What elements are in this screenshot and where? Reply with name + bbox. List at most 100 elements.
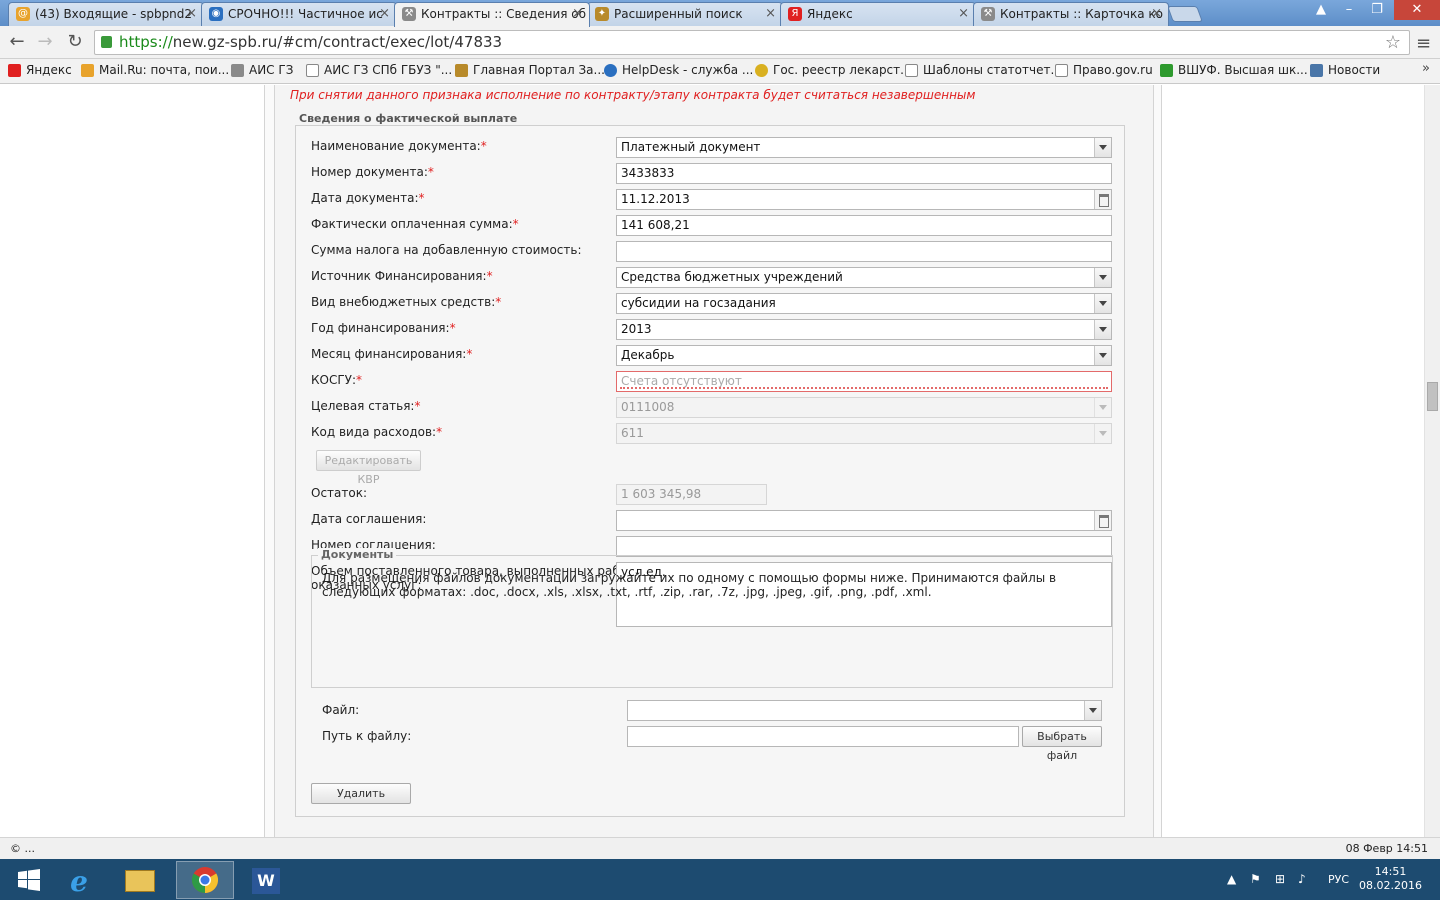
close-tab-icon[interactable]: ×	[186, 3, 197, 25]
paid-sum-input[interactable]: 141 608,21	[616, 215, 1112, 236]
file-select[interactable]	[627, 700, 1102, 721]
close-tab-icon[interactable]: ×	[958, 3, 969, 25]
fin-month-label: Месяц финансирования:*	[311, 347, 473, 361]
action-center-icon[interactable]: ⚑	[1250, 872, 1261, 886]
bookmark-label: Mail.Ru: почта, пои...	[99, 63, 230, 77]
chevron-down-icon[interactable]	[1084, 701, 1101, 720]
volume-icon[interactable]: ♪	[1298, 872, 1306, 886]
agreement-date-label: Дата соглашения:	[311, 512, 427, 526]
word-icon[interactable]: W	[237, 861, 295, 899]
helpdesk-icon: ◉	[209, 7, 223, 21]
tab-advanced-search[interactable]: ✦ Расширенный поиск ×	[587, 2, 783, 26]
extra-budget-select[interactable]: субсидии на госзадания	[616, 293, 1112, 314]
bookmark-label: Право.gov.ru	[1073, 63, 1153, 77]
vat-sum-input[interactable]	[616, 241, 1112, 262]
bookmark-label: Шаблоны статотчет...	[923, 63, 1062, 77]
tab-urgent[interactable]: ◉ СРОЧНО!!! Частичное ис ×	[201, 2, 397, 26]
tools-icon: ⚒	[402, 7, 416, 21]
lock-icon	[101, 36, 112, 48]
address-bar[interactable]: https://new.gz-spb.ru/#cm/contract/exec/…	[94, 30, 1410, 55]
show-hidden-icons-icon[interactable]: ▲	[1227, 872, 1236, 886]
agreement-number-input[interactable]	[616, 536, 1112, 557]
delete-button[interactable]: Удалить	[311, 783, 411, 804]
bookmark-ais-gz-spb[interactable]: АИС ГЗ СПб ГБУЗ "...	[306, 63, 452, 77]
ie-icon[interactable]: e	[50, 861, 108, 899]
forward-icon[interactable]: →	[34, 32, 56, 52]
close-tab-icon[interactable]: ×	[1151, 3, 1162, 25]
bookmark-news[interactable]: Новости	[1310, 63, 1380, 77]
explorer-icon[interactable]	[111, 861, 169, 899]
kosgu-input[interactable]: Счета отсутствуют	[616, 371, 1112, 392]
language-indicator[interactable]: РУС	[1328, 873, 1349, 886]
close-tab-icon[interactable]: ×	[572, 3, 583, 25]
file-path-input[interactable]	[627, 726, 1019, 747]
doc-name-label: Наименование документа:*	[311, 139, 487, 153]
tab-contracts-info[interactable]: ⚒ Контракты :: Сведения об ×	[394, 2, 590, 27]
user-icon[interactable]: ▲	[1306, 0, 1336, 20]
bookmark-helpdesk[interactable]: HelpDesk - служба ...	[604, 63, 753, 77]
remainder-input: 1 603 345,98	[616, 484, 767, 505]
choose-file-button[interactable]: Выбрать файл	[1022, 726, 1102, 762]
tab-yandex[interactable]: Я Яндекс ×	[780, 2, 976, 26]
clock-time: 14:51	[1374, 865, 1407, 878]
network-icon[interactable]: ⊞	[1275, 872, 1285, 886]
bookmark-label: HelpDesk - служба ...	[622, 63, 754, 77]
close-tab-icon[interactable]: ×	[765, 3, 776, 25]
doc-number-label: Номер документа:*	[311, 165, 434, 179]
more-bookmarks-icon[interactable]: »	[1422, 61, 1430, 76]
clock[interactable]: 14:51 08.02.2016	[1359, 865, 1422, 893]
doc-name-select[interactable]: Платежный документ	[616, 137, 1112, 158]
bookmark-yandex[interactable]: Яндекс	[8, 63, 72, 77]
calendar-icon[interactable]	[1094, 190, 1111, 209]
close-window-icon[interactable]: ✕	[1394, 0, 1440, 20]
chevron-down-icon[interactable]	[1094, 346, 1111, 365]
chevron-down-icon[interactable]	[1094, 138, 1111, 157]
vat-sum-label: Сумма налога на добавленную стоимость:	[311, 243, 582, 257]
chevron-down-icon[interactable]	[1094, 294, 1111, 313]
reload-icon[interactable]: ↻	[64, 32, 86, 52]
fin-month-select[interactable]: Декабрь	[616, 345, 1112, 366]
bookmark-mailru[interactable]: Mail.Ru: почта, пои...	[81, 63, 229, 77]
vertical-scrollbar[interactable]	[1424, 85, 1440, 837]
doc-date-input[interactable]: 11.12.2013	[616, 189, 1112, 210]
browser-toolbar: ← → ↻ https://new.gz-spb.ru/#cm/contract…	[0, 26, 1440, 59]
bookmark-ais-gz[interactable]: АИС ГЗ	[231, 63, 293, 77]
bookmark-pravo[interactable]: Право.gov.ru	[1055, 63, 1153, 77]
doc-date-label: Дата документа:*	[311, 191, 425, 205]
page-icon	[905, 64, 918, 77]
edit-kvr-button[interactable]: Редактировать КВР	[316, 450, 421, 486]
expense-code-label: Код вида расходов:*	[311, 425, 443, 439]
fin-source-label: Источник Финансирования:*	[311, 269, 493, 283]
agreement-date-input[interactable]	[616, 510, 1112, 531]
chevron-down-icon[interactable]	[1094, 268, 1111, 287]
chevron-down-icon[interactable]	[1094, 398, 1111, 417]
bookmark-drug-registry[interactable]: Гос. реестр лекарст...	[755, 63, 912, 77]
url-scheme: https://	[119, 33, 173, 51]
back-icon[interactable]: ←	[6, 32, 28, 52]
paid-sum-label: Фактически оплаченная сумма:*	[311, 217, 519, 231]
calendar-icon[interactable]	[1094, 511, 1111, 530]
tab-contract-card[interactable]: ⚒ Контракты :: Карточка ко ×	[973, 2, 1169, 26]
target-article-select[interactable]: 0111008	[616, 397, 1112, 418]
tab-inbox[interactable]: @ (43) Входящие - spbpnd2 ×	[8, 2, 204, 26]
section-title: Сведения о фактической выплате	[299, 112, 518, 125]
new-tab-button[interactable]	[1167, 6, 1203, 22]
restore-icon[interactable]: ❐	[1362, 0, 1392, 20]
fin-source-select[interactable]: Средства бюджетных учреждений	[616, 267, 1112, 288]
minimize-icon[interactable]: –	[1334, 0, 1364, 20]
bookmark-label: Яндекс	[26, 63, 72, 77]
chevron-down-icon[interactable]	[1094, 424, 1111, 443]
kosgu-label: КОСГУ:*	[311, 373, 363, 387]
close-tab-icon[interactable]: ×	[379, 3, 390, 25]
chrome-icon[interactable]	[176, 861, 234, 899]
scrollbar-thumb[interactable]	[1427, 382, 1438, 411]
chevron-down-icon[interactable]	[1094, 320, 1111, 339]
bookmark-portal[interactable]: Главная Портал За...	[455, 63, 605, 77]
menu-icon[interactable]: ≡	[1416, 33, 1431, 54]
doc-number-input[interactable]: 3433833	[616, 163, 1112, 184]
bookmark-templates[interactable]: Шаблоны статотчет...	[905, 63, 1062, 77]
fin-year-select[interactable]: 2013	[616, 319, 1112, 340]
star-icon[interactable]: ☆	[1385, 31, 1401, 54]
bookmark-vshuf[interactable]: ВШУФ. Высшая шк...	[1160, 63, 1308, 77]
expense-code-select[interactable]: 611	[616, 423, 1112, 444]
